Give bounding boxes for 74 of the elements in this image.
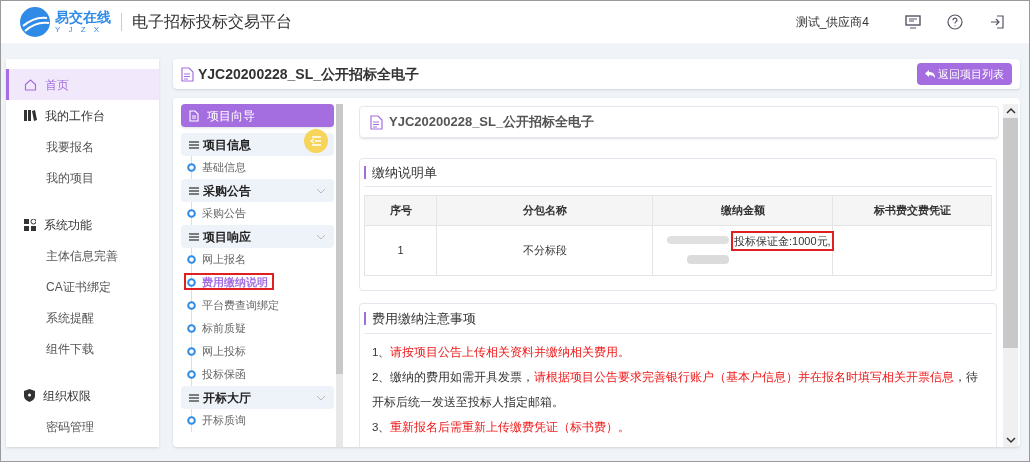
table-cell: 不分标段 [436, 225, 653, 276]
guide-step[interactable]: 基础信息 [202, 159, 246, 176]
sidebar-item[interactable]: 我的工作台 [6, 100, 159, 131]
sidebar-item[interactable]: 我要报名 [6, 131, 159, 162]
content-title: YJC20200228_SL_公开招标全电子 [389, 113, 595, 132]
reply-icon [925, 70, 935, 78]
document-icon [370, 114, 383, 130]
logo-icon [19, 6, 51, 38]
shield-icon [24, 389, 35, 402]
guide-step[interactable]: 网上报名 [202, 251, 246, 268]
menu-icon [189, 393, 199, 402]
column-header: 缴纳金额 [652, 195, 833, 226]
guide-step[interactable]: 平台费查询绑定 [202, 297, 279, 314]
sidebar-item[interactable]: 组织权限 [6, 380, 159, 411]
sidebar-item[interactable]: 系统提醒 [6, 302, 159, 333]
sidebar-item[interactable]: 系统功能 [6, 209, 159, 240]
logo-letters: Y J Z X [55, 26, 104, 34]
guide-section[interactable]: 开标大厅 [181, 386, 334, 409]
blurred-text [667, 234, 731, 267]
guide-step[interactable]: 标前质疑 [202, 320, 246, 337]
guide-title: 项目向导 [207, 107, 255, 125]
chevron-down-icon[interactable] [316, 233, 326, 240]
step-dot-icon [187, 278, 196, 287]
amount-text: 投标保证金:1000元, [731, 230, 834, 251]
collapse-icon[interactable] [304, 129, 328, 153]
step-dot-icon [187, 347, 196, 356]
guide-section[interactable]: 项目响应 [181, 225, 334, 248]
guide-step[interactable]: 费用缴纳说明 [202, 274, 268, 291]
menu-icon [189, 186, 199, 195]
page-title: YJC20200228_SL_公开招标全电子 [198, 64, 419, 84]
step-dot-icon [187, 416, 196, 425]
chevron-down-icon[interactable] [316, 394, 326, 401]
home-icon [24, 78, 37, 91]
section-title: 费用缴纳注意事项 [372, 309, 476, 328]
sidebar-item[interactable]: 组件下载 [6, 333, 159, 364]
step-dot-icon [187, 324, 196, 333]
document-icon [189, 109, 199, 122]
chevron-down-icon[interactable] [316, 187, 326, 194]
column-header: 标书费交费凭证 [832, 195, 992, 226]
sidebar-item[interactable]: 我的项目 [6, 162, 159, 193]
step-dot-icon [187, 301, 196, 310]
sidebar-item[interactable]: 主体信息完善 [6, 240, 159, 271]
step-dot-icon [187, 209, 196, 218]
section-title: 缴纳说明单 [372, 163, 437, 182]
guide-section[interactable]: 采购公告 [181, 179, 334, 202]
app-title: 电子招标投标交易平台 [132, 12, 292, 32]
step-dot-icon [187, 370, 196, 379]
guide-step[interactable]: 开标质询 [202, 412, 246, 429]
sidebar-item[interactable]: CA证书绑定 [6, 271, 159, 302]
guide-step[interactable]: 采购公告 [202, 205, 246, 222]
logo-text: 易交在线 [55, 10, 111, 24]
table-cell: 1 [364, 225, 437, 276]
menu-icon [189, 232, 199, 241]
step-dot-icon [187, 255, 196, 264]
column-header: 分包名称 [436, 195, 653, 226]
note-text: 3、重新报名后需重新上传缴费凭证（标书费）。 [372, 420, 632, 435]
sidebar-item[interactable]: 密码管理 [6, 411, 159, 442]
help-icon[interactable] [947, 14, 963, 30]
guide-step[interactable]: 投标保函 [202, 366, 246, 383]
logout-icon[interactable] [989, 14, 1005, 30]
note-text: 1、请按项目公告上传相关资料并缴纳相关费用。 [372, 345, 632, 360]
document-icon [181, 66, 194, 82]
monitor-icon[interactable] [905, 15, 921, 29]
scrollbar[interactable] [1003, 104, 1018, 447]
step-dot-icon [187, 163, 196, 172]
guide-step[interactable]: 网上投标 [202, 343, 246, 360]
scrollbar[interactable] [336, 104, 343, 447]
note-text: 2、缴纳的费用如需开具发票，请根据项目公告要求完善银行账户（基本户信息）并在报名时填写相关开票信息，待开标后统一发送至投标人指定邮箱。 [372, 370, 980, 410]
grid-icon [24, 218, 36, 231]
books-icon [24, 110, 37, 121]
column-header: 序号 [364, 195, 437, 226]
menu-icon [189, 140, 199, 149]
back-button[interactable]: 返回项目列表 [917, 63, 1012, 85]
user-name[interactable]: 测试_供应商4 [795, 13, 869, 31]
